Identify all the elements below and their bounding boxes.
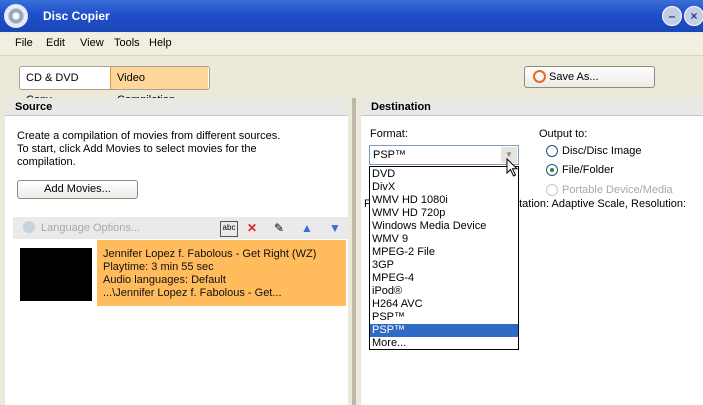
source-header-label: Source bbox=[15, 101, 53, 113]
toolbar: CD & DVD Copy Video Compilation Save As.… bbox=[0, 56, 703, 106]
format-option-3gp[interactable]: 3GP bbox=[370, 259, 518, 272]
format-option-wmv-9[interactable]: WMV 9 bbox=[370, 233, 518, 246]
save-as-label: Save As... bbox=[549, 71, 599, 83]
delete-icon[interactable]: ✕ bbox=[244, 221, 260, 235]
movie-path: ...\Jennifer Lopez f. Fabolous - Get... bbox=[103, 287, 282, 299]
menu-tools[interactable]: Tools bbox=[114, 37, 140, 49]
radio-portable-device bbox=[546, 184, 558, 196]
format-option-psp-selected[interactable]: PSP™ bbox=[370, 324, 518, 337]
burn-disc-icon bbox=[533, 70, 546, 83]
disc-logo-icon bbox=[4, 4, 28, 28]
splitter-grip[interactable] bbox=[352, 98, 356, 405]
language-options-button[interactable]: Language Options... bbox=[23, 221, 140, 234]
radio-disc-image-label: Disc/Disc Image bbox=[562, 145, 642, 157]
format-option-psp[interactable]: PSP™ bbox=[370, 311, 518, 324]
format-option-dvd[interactable]: DVD bbox=[370, 168, 518, 181]
window-title: Disc Copier bbox=[43, 9, 110, 23]
move-down-icon[interactable]: ▼ bbox=[327, 221, 343, 235]
movie-audio: Audio languages: Default bbox=[103, 274, 226, 286]
pane-splitter[interactable] bbox=[348, 98, 361, 405]
list-item[interactable]: Jennifer Lopez f. Fabolous - Get Right (… bbox=[13, 239, 348, 309]
rename-icon[interactable]: abc bbox=[220, 221, 238, 237]
menu-edit[interactable]: Edit bbox=[46, 37, 65, 49]
source-header: Source bbox=[5, 98, 348, 116]
format-option-ipod[interactable]: iPod® bbox=[370, 285, 518, 298]
destination-header-label: Destination bbox=[371, 101, 431, 113]
format-value: PSP™ bbox=[373, 149, 407, 161]
menu-help[interactable]: Help bbox=[149, 37, 172, 49]
edit-icon[interactable]: ✎ bbox=[271, 221, 287, 235]
language-options-label: Language Options... bbox=[41, 222, 141, 234]
format-option-more[interactable]: More... bbox=[370, 337, 518, 350]
minimize-icon[interactable]: – bbox=[662, 6, 682, 26]
adaptation-settings-text: ptation: Adaptive Scale, Resolution: bbox=[513, 198, 687, 210]
format-option-mpeg-2-file[interactable]: MPEG-2 File bbox=[370, 246, 518, 259]
mode-switch: CD & DVD Copy Video Compilation bbox=[19, 66, 210, 106]
format-option-windows-media-device[interactable]: Windows Media Device bbox=[370, 220, 518, 233]
cd-dvd-copy-tab[interactable]: CD & DVD Copy bbox=[20, 67, 110, 106]
menu-view[interactable]: View bbox=[80, 37, 104, 49]
close-icon[interactable]: × bbox=[684, 6, 703, 26]
movie-playtime: Playtime: 3 min 55 sec bbox=[103, 261, 214, 273]
format-option-mpeg-4[interactable]: MPEG-4 bbox=[370, 272, 518, 285]
format-label: Format: bbox=[370, 128, 408, 140]
menu-bar: File Edit View Tools Help bbox=[0, 33, 703, 56]
format-dropdown-list[interactable]: DVD DivX WMV HD 1080i WMV HD 720p Window… bbox=[369, 166, 519, 350]
radio-file-folder[interactable] bbox=[546, 164, 558, 176]
destination-header: Destination bbox=[361, 98, 703, 116]
move-up-icon[interactable]: ▲ bbox=[299, 221, 315, 235]
save-as-button[interactable]: Save As... bbox=[524, 66, 655, 88]
globe-icon bbox=[23, 221, 35, 233]
menu-file[interactable]: File bbox=[15, 37, 33, 49]
movie-toolbar: Language Options... abc ✕ ✎ ▲ ▼ bbox=[13, 217, 348, 239]
title-bar: Disc Copier – × bbox=[0, 0, 703, 32]
movie-title: Jennifer Lopez f. Fabolous - Get Right (… bbox=[103, 248, 317, 260]
radio-disc-image[interactable] bbox=[546, 145, 558, 157]
radio-portable-device-label: Portable Device/Media bbox=[562, 184, 673, 196]
add-movies-button[interactable]: Add Movies... bbox=[17, 180, 138, 199]
source-description: Create a compilation of movies from diff… bbox=[17, 130, 281, 168]
output-to-label: Output to: bbox=[539, 128, 588, 140]
format-option-divx[interactable]: DivX bbox=[370, 181, 518, 194]
movie-thumbnail bbox=[20, 248, 92, 301]
movie-info: Jennifer Lopez f. Fabolous - Get Right (… bbox=[97, 240, 346, 306]
format-option-wmv-hd-1080i[interactable]: WMV HD 1080i bbox=[370, 194, 518, 207]
format-select[interactable]: PSP™ ▼ bbox=[369, 145, 519, 165]
format-option-wmv-hd-720p[interactable]: WMV HD 720p bbox=[370, 207, 518, 220]
radio-file-folder-label: File/Folder bbox=[562, 164, 614, 176]
video-compilation-tab[interactable]: Video Compilation bbox=[110, 67, 208, 106]
mouse-cursor-icon bbox=[506, 158, 519, 177]
format-option-h264-avc[interactable]: H264 AVC bbox=[370, 298, 518, 311]
